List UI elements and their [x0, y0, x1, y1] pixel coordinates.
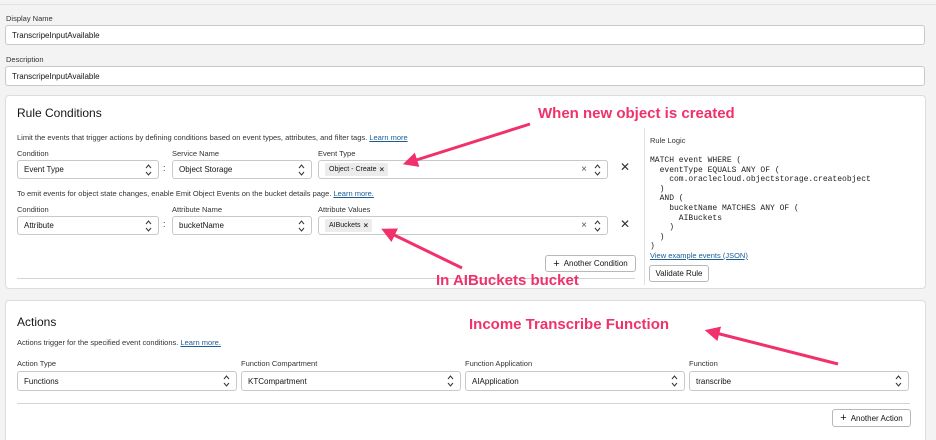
annotation-new-object: When new object is created — [538, 105, 735, 122]
arrow-function — [704, 326, 839, 366]
arrow-event-type — [402, 122, 531, 167]
annotation-function: Income Transcribe Function — [469, 316, 670, 333]
annotation-arrows — [381, 122, 839, 366]
arrow-attribute-values — [381, 228, 463, 270]
annotation-bucket: In AIBuckets bucket — [436, 272, 579, 289]
